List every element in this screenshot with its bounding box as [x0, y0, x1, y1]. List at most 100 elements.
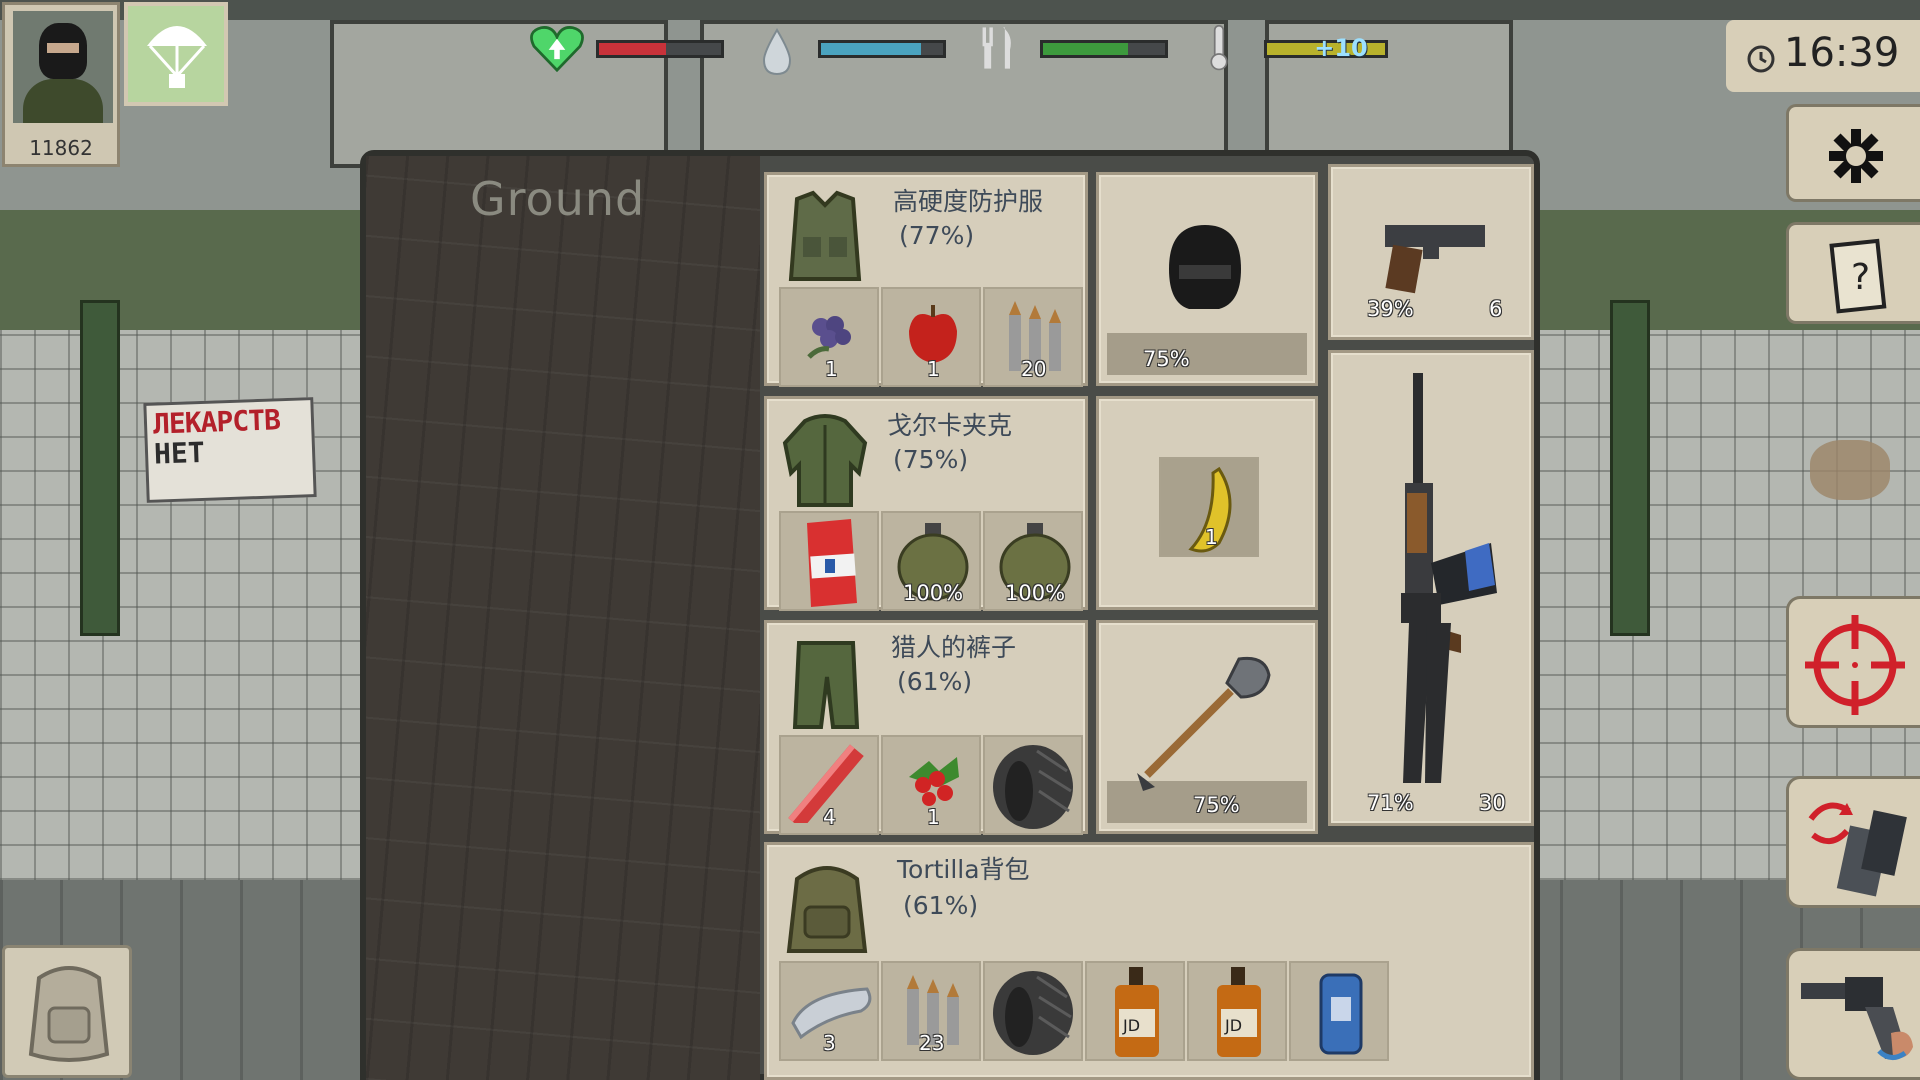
pants-title: 猎人的裤子 — [891, 633, 1017, 662]
backpack-slot-5[interactable]: JD — [1187, 961, 1287, 1061]
tire-icon — [993, 745, 1073, 829]
item-count: 1 — [825, 357, 838, 381]
whiskey-icon: JD — [1217, 967, 1261, 1057]
backpack-slot-6[interactable] — [1289, 961, 1389, 1061]
zombie-hand-icon — [1810, 440, 1890, 500]
inventory-button[interactable] — [2, 945, 132, 1078]
pistol-condition: 39% — [1367, 297, 1414, 321]
pistol-icon — [1385, 225, 1485, 294]
tire-icon — [993, 971, 1073, 1055]
backpack-icon — [28, 966, 110, 1062]
wall-sign-line2: НЕТ — [153, 435, 206, 471]
jacket-pocket-3[interactable]: 100% — [983, 511, 1083, 611]
health-bar-fill — [599, 43, 667, 55]
backpack-icon — [786, 866, 868, 953]
item-count: 1 — [1205, 525, 1218, 549]
thermometer-icon — [1210, 24, 1228, 71]
water-drop-icon — [762, 28, 792, 76]
vest-title: 高硬度防护服 — [893, 187, 1044, 216]
pants-slot[interactable]: 猎人的裤子 (61%) 4 1 — [764, 620, 1088, 835]
pants-pocket-3[interactable] — [983, 735, 1083, 835]
item-count: 1 — [927, 357, 940, 381]
health-heart-icon — [530, 26, 584, 72]
item-condition: 100% — [1005, 581, 1066, 605]
water-bar — [818, 40, 946, 58]
whiskey-icon: JD — [1115, 967, 1159, 1057]
melee-weapon-slot[interactable]: 75% — [1096, 620, 1318, 834]
vest-pocket-2[interactable]: 1 — [881, 287, 981, 387]
pants-condition: (61%) — [897, 667, 973, 696]
backpack-slot-2[interactable]: 23 — [881, 961, 981, 1061]
quick-slot-1[interactable]: 1 — [1096, 396, 1318, 610]
quest-journal-button[interactable]: ? — [1786, 222, 1920, 324]
player-score: 11862 — [29, 136, 93, 160]
rifle-ammo: 30 — [1479, 791, 1506, 815]
game-clock: 16:39 — [1726, 20, 1920, 92]
airdrop-button[interactable] — [124, 2, 228, 106]
water-bar-fill — [821, 43, 922, 55]
food-bar-fill — [1043, 43, 1129, 55]
jacket-pocket-2[interactable]: 100% — [881, 511, 981, 611]
svg-text:JD: JD — [1122, 1016, 1140, 1035]
jacket-pocket-1[interactable] — [779, 511, 879, 611]
background-post — [1610, 300, 1650, 636]
clock-time: 16:39 — [1784, 30, 1900, 76]
settings-button[interactable] — [1786, 104, 1920, 202]
backpack-condition: (61%) — [903, 891, 979, 920]
soda-can-icon — [1319, 973, 1363, 1055]
jacket-slot[interactable]: 戈尔卡夹克 (75%) 100% 100% — [764, 396, 1088, 611]
helmet-icon — [1169, 225, 1241, 309]
revolver-icon — [1801, 977, 1913, 1060]
clock-icon — [1747, 45, 1775, 73]
helmet-slot[interactable]: 75% — [1096, 172, 1318, 386]
ground-area[interactable] — [366, 156, 760, 1080]
pants-pocket-1[interactable]: 4 — [779, 735, 879, 835]
food-bar — [1040, 40, 1168, 58]
player-portrait[interactable]: 11862 — [2, 2, 120, 167]
backpack-slot-1[interactable]: 3 — [779, 961, 879, 1061]
background-post — [80, 300, 120, 636]
shovel-icon — [1137, 656, 1271, 791]
temperature-value: +10 — [1314, 34, 1368, 62]
sidearm-slot[interactable]: 39% 6 — [1328, 164, 1534, 340]
gear-icon — [1829, 129, 1883, 183]
backpack-title: Tortilla背包 — [897, 855, 1030, 884]
item-count: 1 — [927, 805, 940, 829]
notebook-icon: ? — [1829, 238, 1887, 314]
wall-sign: ЛЕКАРСТВ НЕТ — [143, 397, 317, 503]
reload-button[interactable] — [1786, 776, 1920, 908]
aim-button[interactable] — [1786, 596, 1920, 728]
vest-condition: (77%) — [899, 221, 975, 250]
rifle-icon — [1401, 373, 1497, 783]
helmet-condition: 75% — [1143, 347, 1190, 371]
item-condition: 100% — [903, 581, 964, 605]
weapon-swap-button[interactable] — [1786, 948, 1920, 1080]
backpack-slot-4[interactable]: JD — [1085, 961, 1185, 1061]
avatar — [13, 11, 113, 123]
jacket-title: 戈尔卡夹克 — [887, 411, 1013, 440]
banana-item[interactable]: 1 — [1159, 457, 1259, 557]
reload-magazine-icon — [1808, 802, 1907, 897]
parachute-icon — [147, 26, 207, 88]
item-count: 4 — [823, 805, 836, 829]
armor-vest-icon — [788, 190, 862, 281]
item-count: 3 — [823, 1031, 836, 1055]
bandage-box-icon — [807, 519, 857, 607]
item-count: 20 — [1021, 357, 1047, 381]
item-count: 23 — [919, 1031, 945, 1055]
pistol-ammo: 6 — [1489, 297, 1503, 321]
primary-weapon-slot[interactable]: 71% 30 — [1328, 350, 1534, 826]
fork-knife-icon — [982, 27, 1011, 69]
crosshair-icon — [1805, 615, 1905, 715]
health-bar — [596, 40, 724, 58]
rifle-condition: 71% — [1367, 791, 1414, 815]
svg-text:?: ? — [1851, 257, 1870, 298]
pants-pocket-2[interactable]: 1 — [881, 735, 981, 835]
backpack-slot-3[interactable] — [983, 961, 1083, 1061]
vest-pocket-1[interactable]: 1 — [779, 287, 879, 387]
backpack-slot[interactable]: Tortilla背包 (61%) 3 23 JD JD — [764, 842, 1534, 1080]
jacket-condition: (75%) — [893, 445, 969, 474]
ground-title: Ground — [470, 172, 646, 226]
vest-slot[interactable]: 高硬度防护服 (77%) 1 1 20 — [764, 172, 1088, 387]
vest-pocket-3[interactable]: 20 — [983, 287, 1083, 387]
